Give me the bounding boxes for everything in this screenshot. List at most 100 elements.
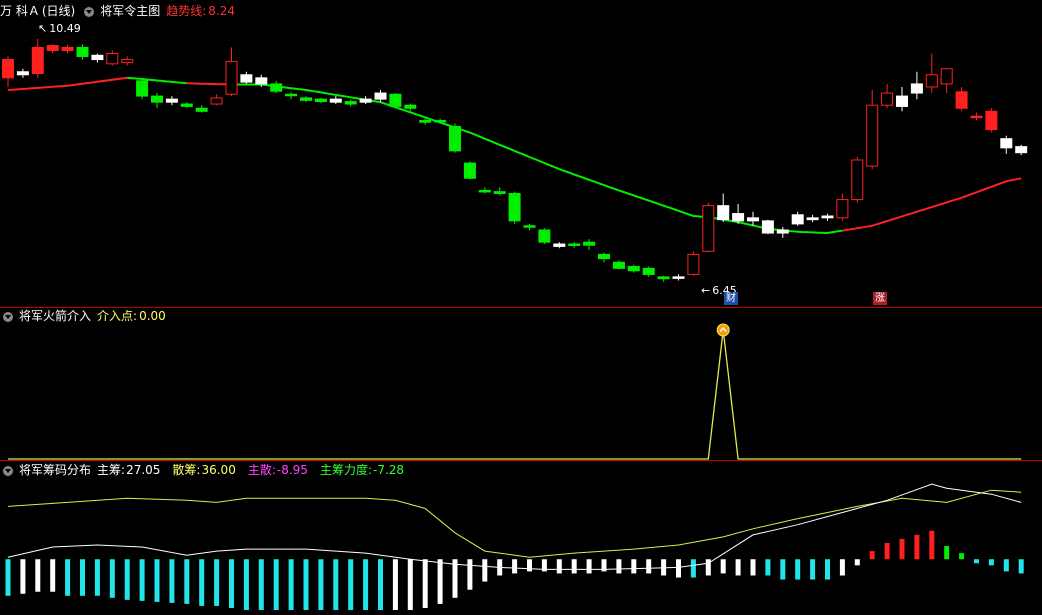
chip-bar-35	[527, 559, 532, 572]
rocket-line	[8, 329, 1022, 460]
panel3-item-label: 主散:	[247, 463, 276, 477]
chip-bar-66	[988, 559, 994, 566]
chip-bar-26	[392, 559, 398, 610]
panel2-header: 将军火箭介入 介入点: 0.00	[0, 307, 172, 325]
chip-line-1	[7, 483, 1022, 570]
high-price-value: 10.49	[49, 22, 81, 35]
candle-body-49	[732, 213, 745, 222]
candle-body-34	[508, 192, 521, 222]
candle-body-25	[374, 92, 387, 100]
candle-body-29	[434, 119, 447, 123]
chip-bar-67	[1003, 559, 1009, 572]
candle-body-51	[761, 220, 774, 234]
chip-bar-6	[94, 559, 100, 596]
panel3-item-label: 主筹力度:	[319, 463, 372, 477]
panel3-header: 将军筹码分布 主筹:27.05 散筹:36.00 主散:-8.95 主筹力度:-7.28	[0, 461, 422, 479]
candle-body-26	[389, 93, 402, 107]
panel3-item-value: -7.28	[372, 463, 405, 477]
chip-bar-43	[646, 559, 652, 574]
candle-body-33	[493, 191, 506, 194]
candle-body-20	[300, 97, 312, 101]
chip-bar-62	[929, 530, 935, 560]
chip-bar-7	[109, 559, 115, 598]
chip-bar-11	[169, 559, 175, 603]
candle-body-9	[136, 80, 149, 97]
candle-body-68	[1015, 146, 1028, 154]
candle-body-59	[881, 92, 894, 106]
chip-bar-0	[5, 559, 11, 596]
badge-cai[interactable]: 财	[724, 292, 738, 305]
chip-bar-54	[810, 559, 816, 580]
chip-bar-39	[586, 559, 592, 574]
chip-bar-25	[378, 559, 383, 610]
candle-body-55	[821, 215, 834, 219]
candle-body-66	[985, 110, 998, 131]
chip-bar-31	[467, 559, 473, 590]
candle-body-3	[46, 45, 59, 51]
panel3-title: 将军筹码分布	[19, 463, 92, 477]
chip-bar-65	[974, 559, 979, 564]
panel3-item-0: 主筹:27.05	[97, 463, 166, 477]
candle-body-61	[910, 83, 923, 94]
chip-bar-20	[303, 559, 309, 610]
candle-body-31	[463, 162, 476, 179]
panel3-menu-icon[interactable]	[3, 465, 13, 476]
main-header: 万 科Ａ (日线) 将军令主图 趋势线: 8.24	[0, 2, 241, 20]
candle-body-21	[314, 98, 327, 103]
chip-line-0	[7, 489, 1022, 558]
rocket-marker-icon	[716, 323, 730, 337]
candle-body-1	[16, 71, 29, 76]
candle-body-6	[91, 54, 104, 61]
chip-bar-34	[512, 559, 518, 574]
chip-bar-14	[214, 559, 220, 606]
candle-body-56	[836, 199, 849, 219]
chip-bar-68	[1018, 559, 1024, 574]
candle-body-40	[598, 253, 610, 260]
trend-line-segment-3	[231, 83, 843, 235]
candle-body-18	[270, 83, 283, 92]
chip-bar-60	[899, 538, 905, 560]
chip-bar-42	[631, 559, 637, 574]
indicator-menu-icon[interactable]	[84, 6, 95, 17]
chip-bar-15	[229, 559, 234, 608]
chip-bar-29	[437, 559, 443, 604]
chip-bar-3	[50, 559, 56, 592]
chip-bar-17	[258, 559, 264, 610]
candle-body-45	[672, 276, 685, 279]
chip-bar-61	[914, 534, 920, 560]
candle-body-58	[866, 104, 879, 167]
candle-body-2	[31, 46, 44, 75]
chip-bar-55	[825, 559, 830, 580]
chip-bar-28	[422, 559, 428, 608]
chip-bar-30	[452, 559, 458, 598]
candle-body-43	[642, 267, 655, 275]
panel2-menu-icon[interactable]	[3, 311, 13, 322]
panel3-items: 主筹:27.05 散筹:36.00 主散:-8.95 主筹力度:-7.28	[97, 463, 416, 477]
candle-body-19	[285, 93, 298, 97]
chip-bar-24	[363, 559, 369, 610]
chip-bar-19	[288, 559, 294, 610]
chip-bar-18	[273, 559, 279, 610]
trend-label: 趋势线:	[166, 4, 207, 18]
candle-body-8	[121, 59, 134, 64]
candle-body-64	[955, 91, 968, 109]
candle-body-27	[404, 104, 417, 109]
chip-bar-16	[243, 559, 249, 610]
badge-zhang[interactable]: 涨	[873, 292, 887, 305]
chip-bar-58	[869, 551, 875, 560]
chip-bar-2	[35, 559, 41, 592]
chip-bar-9	[139, 559, 145, 601]
panel2-value: 0.00	[139, 309, 166, 323]
candle-body-30	[449, 126, 461, 152]
chart-window: { "header": { "stock": "万 科Ａ", "period":…	[0, 0, 1042, 615]
candle-body-52	[776, 229, 789, 234]
candle-body-65	[970, 115, 983, 119]
chip-bar-37	[556, 559, 562, 574]
chip-bar-32	[482, 559, 488, 582]
chip-bar-57	[854, 559, 860, 566]
chip-bar-13	[199, 559, 205, 606]
candle-body-4	[61, 46, 74, 51]
panel3-item-value: 36.00	[201, 463, 236, 477]
chip-bar-49	[735, 559, 741, 576]
chip-bar-1	[20, 559, 26, 594]
